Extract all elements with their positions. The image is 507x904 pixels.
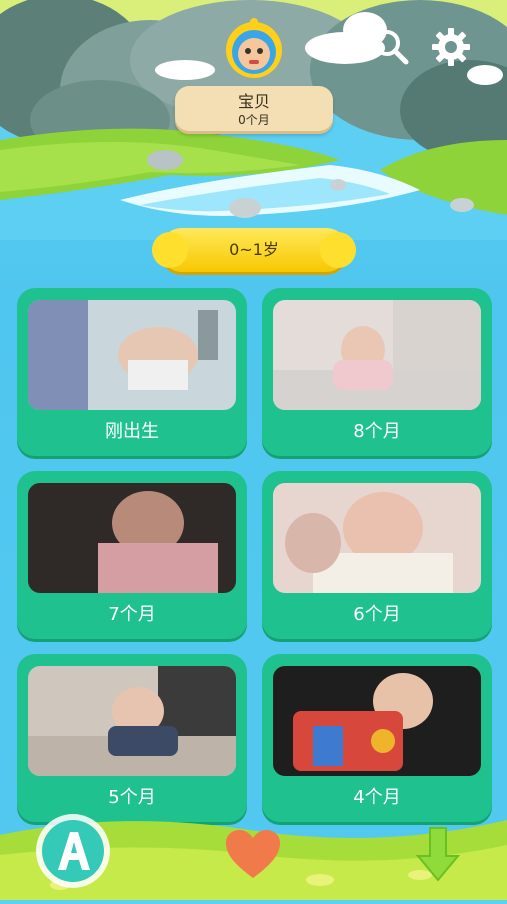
avatar[interactable] <box>222 16 286 80</box>
down-arrow-icon <box>415 827 461 882</box>
robot-avatar-icon <box>226 18 282 78</box>
video-label: 刚出生 <box>105 421 159 442</box>
search-button[interactable] <box>370 26 412 68</box>
video-card-4-months[interactable]: 4个月 <box>262 654 492 822</box>
video-thumbnail <box>28 666 236 776</box>
video-label: 6个月 <box>353 604 401 625</box>
video-label: 8个月 <box>353 421 401 442</box>
baby-name: 宝贝 <box>237 92 270 111</box>
video-card-6-months[interactable]: 6个月 <box>262 471 492 639</box>
search-icon <box>374 30 409 65</box>
heart-icon <box>226 830 280 878</box>
video-card-7-months[interactable]: 7个月 <box>17 471 247 639</box>
video-card-5-months[interactable]: 5个月 <box>17 654 247 822</box>
baby-age: 0个月 <box>238 113 270 127</box>
download-button[interactable] <box>414 826 462 882</box>
video-thumbnail <box>273 483 481 593</box>
video-thumbnail <box>28 483 236 593</box>
video-thumbnail <box>28 300 236 410</box>
age-range-label: 0~1岁 <box>229 240 279 259</box>
video-label: 7个月 <box>108 604 156 625</box>
letter-a-icon <box>36 814 110 888</box>
video-card-8-months[interactable]: 8个月 <box>262 288 492 456</box>
favorites-button[interactable] <box>224 828 282 880</box>
video-card-newborn[interactable]: 刚出生 <box>17 288 247 456</box>
settings-button[interactable] <box>430 26 472 68</box>
gear-icon <box>432 28 470 66</box>
baby-profile-card[interactable]: 宝贝 0个月 <box>175 86 333 134</box>
age-range-selector[interactable]: 0~1岁 <box>152 228 356 272</box>
video-thumbnail <box>273 300 481 410</box>
video-thumbnail <box>273 666 481 776</box>
alphabet-button[interactable] <box>34 812 112 890</box>
